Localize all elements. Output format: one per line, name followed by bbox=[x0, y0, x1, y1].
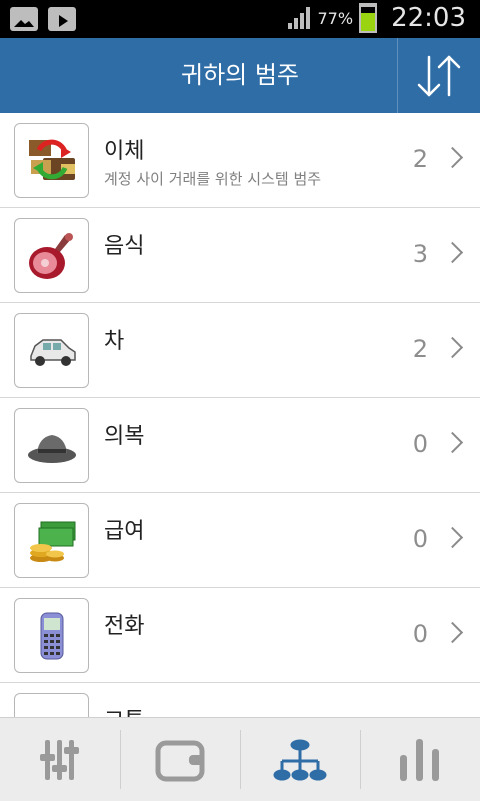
tab-settings[interactable] bbox=[0, 718, 120, 801]
category-name: 전화 bbox=[104, 614, 145, 639]
clock: 22:03 bbox=[391, 3, 466, 33]
tab-accounts[interactable] bbox=[120, 718, 240, 801]
sliders-icon bbox=[40, 739, 79, 780]
category-count: 0 bbox=[412, 620, 428, 648]
category-name: 교통 bbox=[104, 703, 144, 717]
category-thumbnail bbox=[14, 693, 89, 717]
chevron-right-icon bbox=[441, 336, 464, 359]
category-row[interactable]: 음식 3 bbox=[0, 208, 480, 303]
category-count: 0 bbox=[412, 525, 428, 553]
chevron-right-icon bbox=[441, 621, 464, 644]
category-count: 0 bbox=[412, 430, 428, 458]
transfer-icon bbox=[28, 139, 75, 180]
category-count: 2 bbox=[412, 145, 428, 173]
tab-reports[interactable] bbox=[360, 718, 480, 801]
category-thumbnail bbox=[14, 503, 89, 578]
category-name: 차 bbox=[104, 329, 125, 354]
category-name: 의복 bbox=[104, 424, 145, 449]
chevron-right-icon bbox=[441, 241, 464, 264]
category-row[interactable]: 이체 계정 사이 거래를 위한 시스템 범주 2 bbox=[0, 113, 480, 208]
ham-icon bbox=[28, 232, 73, 279]
battery-icon bbox=[359, 3, 378, 33]
hierarchy-icon bbox=[273, 739, 327, 780]
status-bar: 77% 22:03 bbox=[0, 0, 480, 38]
category-thumbnail bbox=[14, 408, 89, 483]
category-description: 계정 사이 거래를 위한 시스템 범주 bbox=[104, 170, 322, 188]
transport-icon bbox=[25, 704, 79, 718]
hat-icon bbox=[27, 434, 76, 463]
category-name: 이체 bbox=[104, 139, 145, 164]
chevron-right-icon bbox=[441, 431, 464, 454]
category-row[interactable]: 교통 bbox=[0, 683, 480, 717]
category-count: 3 bbox=[412, 240, 428, 268]
gallery-notification-icon bbox=[10, 7, 38, 31]
category-thumbnail bbox=[14, 123, 89, 198]
bar-chart-icon bbox=[400, 738, 439, 781]
category-thumbnail bbox=[14, 598, 89, 673]
category-name: 음식 bbox=[104, 234, 145, 259]
car-icon bbox=[29, 338, 76, 366]
app-bar: 귀하의 범주 bbox=[0, 38, 480, 113]
battery-percent: 77% bbox=[317, 8, 354, 28]
category-count: 2 bbox=[412, 335, 428, 363]
chevron-right-icon bbox=[441, 526, 464, 549]
sort-up-down-icon bbox=[417, 55, 461, 96]
bottom-navigation bbox=[0, 717, 480, 801]
sort-button[interactable] bbox=[397, 38, 480, 113]
money-icon bbox=[29, 521, 75, 562]
category-row[interactable]: 의복 0 bbox=[0, 398, 480, 493]
phone-icon bbox=[40, 612, 63, 659]
tab-categories[interactable] bbox=[240, 718, 360, 801]
category-row[interactable]: 차 2 bbox=[0, 303, 480, 398]
category-name: 급여 bbox=[104, 519, 145, 544]
category-row[interactable]: 전화 0 bbox=[0, 588, 480, 683]
wallet-icon bbox=[155, 740, 205, 781]
video-notification-icon bbox=[48, 7, 76, 31]
signal-icon bbox=[286, 5, 312, 31]
category-thumbnail bbox=[14, 218, 89, 293]
category-row[interactable]: 급여 0 bbox=[0, 493, 480, 588]
chevron-right-icon bbox=[441, 146, 464, 169]
category-list: 이체 계정 사이 거래를 위한 시스템 범주 2 음식 3 차 2 의복 0 급… bbox=[0, 113, 480, 717]
category-thumbnail bbox=[14, 313, 89, 388]
